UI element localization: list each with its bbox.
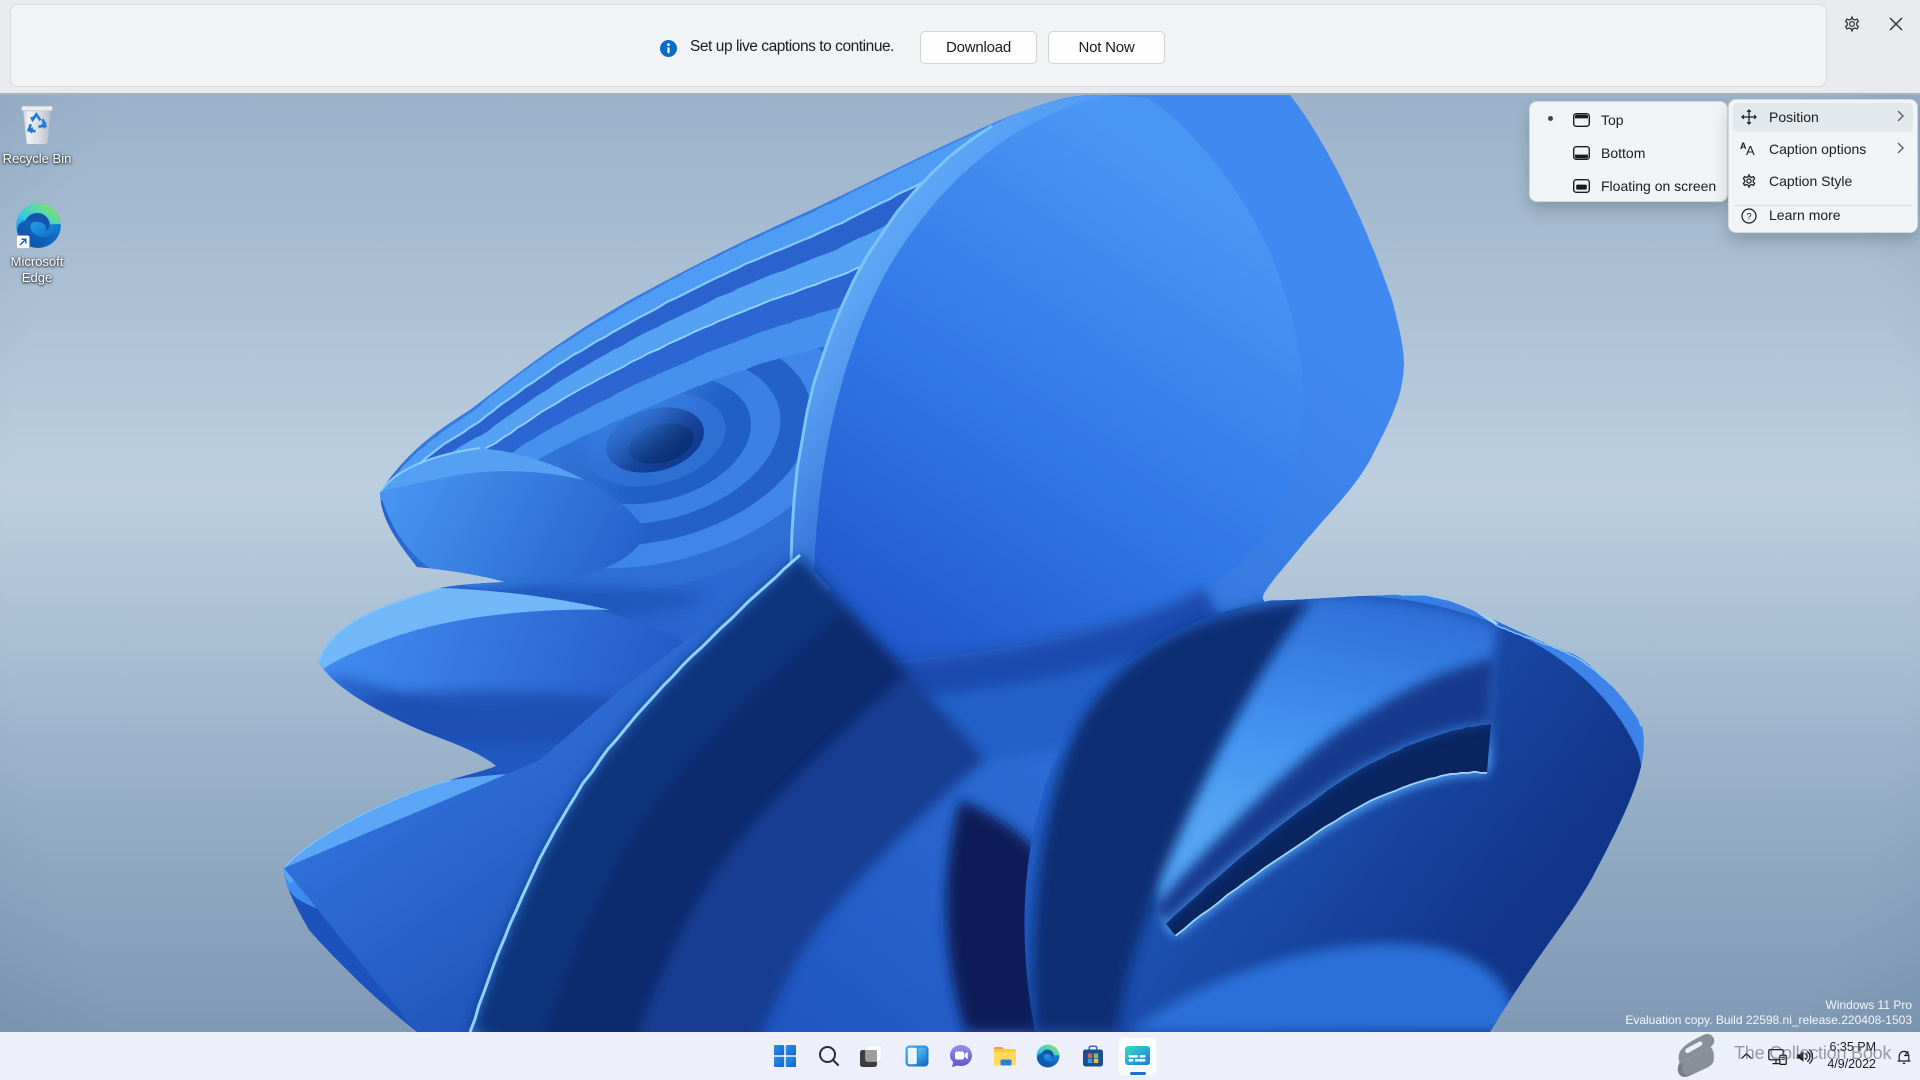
svg-text:?: ? xyxy=(1746,211,1751,222)
svg-text:A: A xyxy=(1746,143,1755,157)
